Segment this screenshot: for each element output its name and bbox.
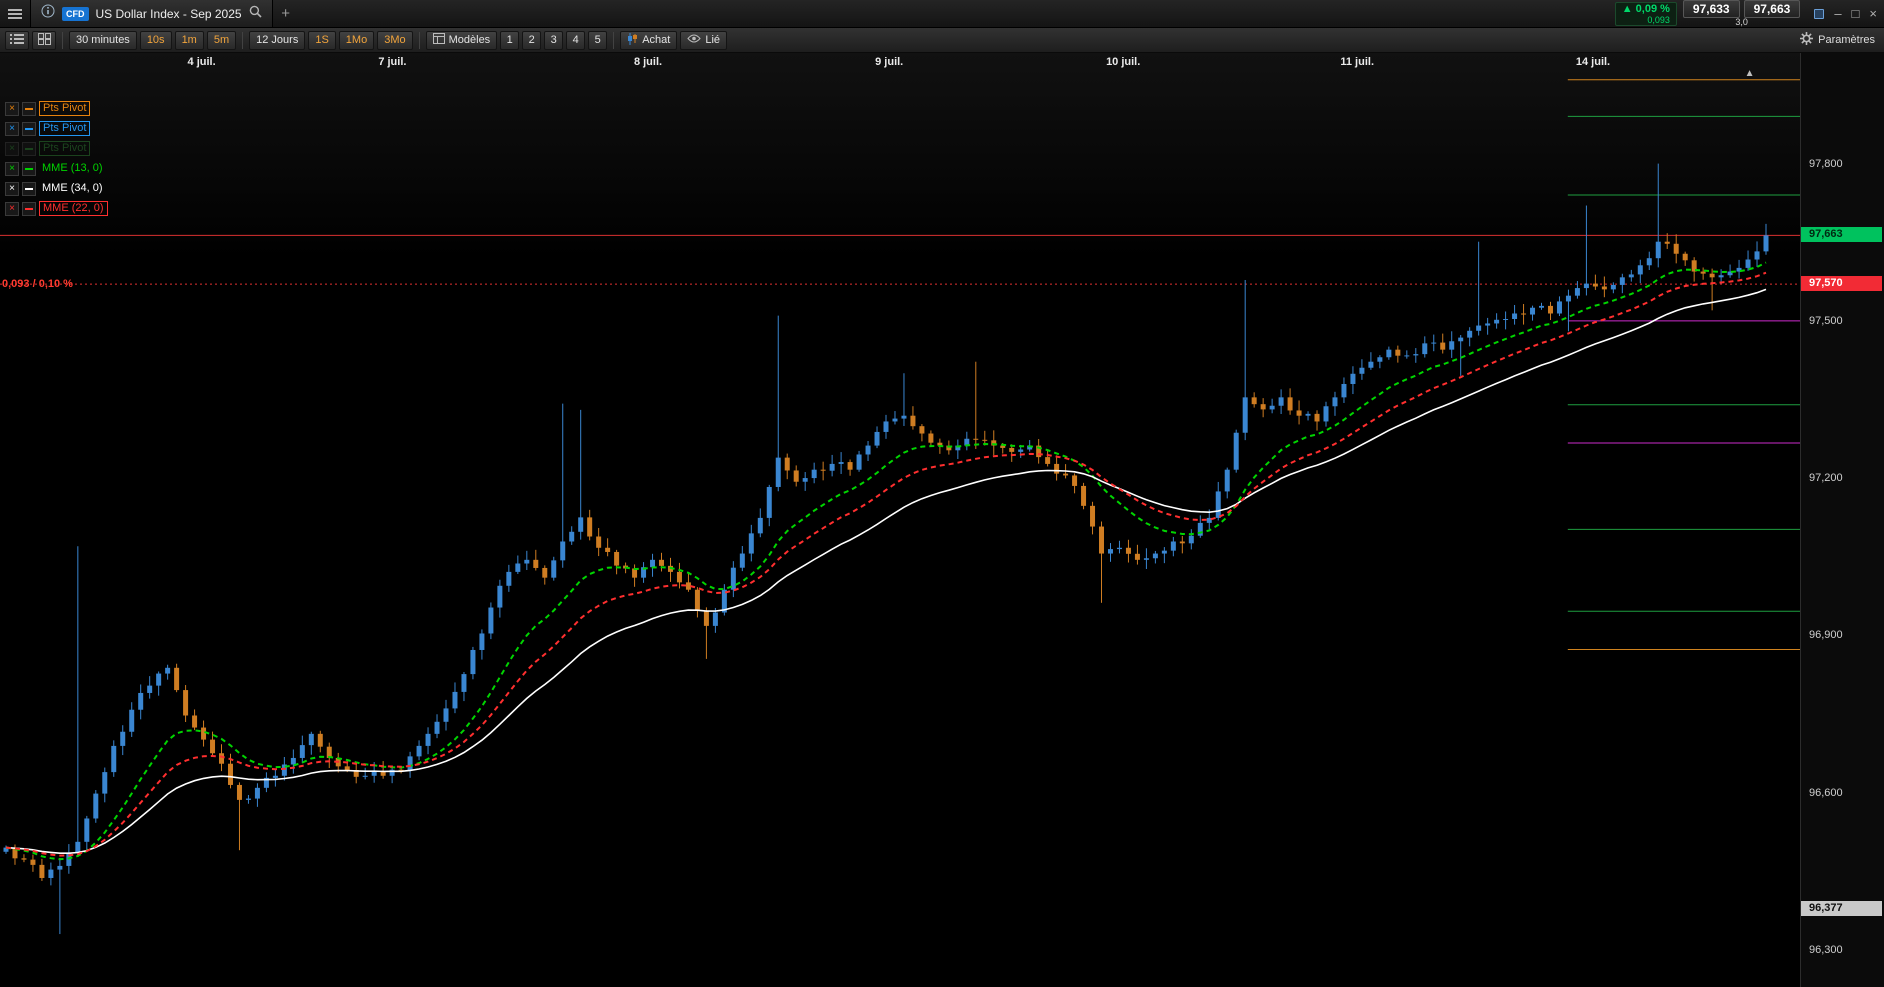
- remove-indicator-icon[interactable]: ×: [5, 201, 19, 216]
- legend-row-pivot-3: × Pts Pivot: [5, 141, 108, 156]
- indicator-label[interactable]: Pts Pivot: [39, 121, 91, 136]
- legend-row-mme13: × MME (13, 0): [5, 161, 108, 176]
- range-1s-button[interactable]: 1S: [308, 30, 336, 50]
- quote-panel: 97,633 97,663 3,0: [1682, 0, 1801, 27]
- change-box: ▲ 0,09 % 0,093: [1614, 1, 1677, 26]
- price-axis-label: 96,300: [1809, 943, 1843, 956]
- trading-app-window: CFD US Dollar Index - Sep 2025 + ▲ 0,09 …: [0, 0, 1884, 987]
- bid-price-button[interactable]: 97,633: [1682, 0, 1740, 18]
- instrument-tab[interactable]: CFD US Dollar Index - Sep 2025: [30, 0, 273, 27]
- date-axis-label: 7 juil.: [378, 56, 407, 68]
- remove-indicator-icon[interactable]: ×: [5, 161, 19, 176]
- indicator-label[interactable]: MME (13, 0): [39, 162, 106, 175]
- toolbar-separator: [62, 31, 63, 49]
- indicator-style-button[interactable]: [22, 101, 36, 116]
- buy-icon: [627, 32, 638, 48]
- close-button[interactable]: ×: [1869, 7, 1877, 20]
- new-tab-button[interactable]: +: [273, 0, 299, 27]
- template-slot-5[interactable]: 5: [588, 30, 608, 50]
- settings-button[interactable]: Paramètres: [1800, 32, 1879, 48]
- chart-area: × Pts Pivot × Pts Pivot × Pts Pivot × MM…: [0, 53, 1884, 987]
- indicator-style-button[interactable]: [22, 121, 36, 136]
- indicator-style-button[interactable]: [22, 201, 36, 216]
- price-badge: 97,663: [1801, 227, 1882, 243]
- up-arrow-icon: ▲: [1621, 2, 1633, 15]
- linked-button[interactable]: Lié: [680, 30, 728, 50]
- minimize-button[interactable]: –: [1834, 7, 1841, 20]
- eye-icon: [687, 34, 701, 46]
- maximize-button[interactable]: □: [1852, 7, 1860, 20]
- gear-icon: [1800, 32, 1814, 48]
- legend-row-pivot-1: × Pts Pivot: [5, 101, 108, 116]
- candlestick-canvas: [0, 79, 1800, 935]
- spread-value: 3,0: [1735, 17, 1748, 27]
- price-axis-label: 97,800: [1809, 157, 1843, 170]
- template-slot-4[interactable]: 4: [566, 30, 586, 50]
- list-view-button[interactable]: [5, 30, 29, 50]
- date-axis-label: 9 juil.: [875, 56, 904, 68]
- date-axis-label: 4 juil.: [187, 56, 216, 68]
- price-axis[interactable]: 97,800 97,500 97,200 96,900 96,600 96,300 97,6…: [1800, 53, 1884, 987]
- range-1mo-button[interactable]: 1Mo: [338, 30, 375, 50]
- price-badge: 97,570: [1801, 276, 1882, 292]
- legend-row-mme22: × MME (22, 0): [5, 201, 108, 216]
- layout-grid-button[interactable]: [32, 30, 56, 50]
- chart-toolbar: 30 minutes 10s 1m 5m 12 Jours 1S 1Mo 3Mo…: [0, 28, 1884, 53]
- indicator-label[interactable]: MME (34, 0): [39, 182, 106, 195]
- ask-price-button[interactable]: 97,663: [1743, 0, 1801, 18]
- indicator-label[interactable]: MME (22, 0): [39, 201, 108, 216]
- price-axis-label: 96,600: [1809, 786, 1843, 799]
- indicator-style-button[interactable]: [22, 141, 36, 156]
- template-icon: [432, 33, 445, 47]
- tf-5m-button[interactable]: 5m: [206, 30, 237, 50]
- date-axis-label: 8 juil.: [633, 56, 663, 68]
- instrument-title: US Dollar Index - Sep 2025: [95, 6, 242, 21]
- templates-dropdown[interactable]: Modèles: [425, 30, 498, 50]
- legend-row-mme34: × MME (34, 0): [5, 181, 108, 196]
- toolbar-separator: [242, 31, 244, 49]
- info-icon[interactable]: [41, 4, 55, 23]
- date-axis-label: 11 juil.: [1340, 56, 1375, 68]
- grid-icon: [37, 32, 51, 48]
- timeframe-dropdown[interactable]: 30 minutes: [69, 30, 137, 50]
- dock-icon[interactable]: [1814, 8, 1825, 19]
- remove-indicator-icon[interactable]: ×: [5, 181, 19, 196]
- cfd-badge: CFD: [62, 6, 89, 21]
- template-slot-2[interactable]: 2: [522, 30, 542, 50]
- price-axis-label: 97,500: [1809, 314, 1843, 327]
- indicator-label[interactable]: Pts Pivot: [39, 101, 91, 116]
- date-axis-label: 10 juil.: [1106, 56, 1141, 68]
- toolbar-separator: [418, 31, 420, 49]
- remove-indicator-icon[interactable]: ×: [5, 121, 19, 136]
- range-dropdown[interactable]: 12 Jours: [249, 30, 306, 50]
- price-chart[interactable]: × Pts Pivot × Pts Pivot × Pts Pivot × MM…: [0, 53, 1800, 987]
- main-menu-button[interactable]: [0, 0, 30, 27]
- search-icon[interactable]: [249, 5, 262, 23]
- price-axis-label: 96,900: [1809, 629, 1843, 642]
- window-controls: – □ ×: [1814, 7, 1877, 20]
- remove-indicator-icon[interactable]: ×: [5, 101, 19, 116]
- change-percent: 0,09 %: [1635, 2, 1670, 15]
- indicator-label[interactable]: Pts Pivot: [39, 141, 91, 156]
- indicator-style-button[interactable]: [22, 181, 36, 196]
- date-axis-label: 14 juil.: [1575, 56, 1611, 68]
- tf-10s-button[interactable]: 10s: [139, 30, 172, 50]
- remove-indicator-icon[interactable]: ×: [5, 141, 19, 156]
- buy-button[interactable]: Achat: [620, 30, 678, 50]
- tf-1m-button[interactable]: 1m: [174, 30, 204, 50]
- list-icon: [10, 33, 24, 48]
- legend-row-pivot-2: × Pts Pivot: [5, 121, 108, 136]
- change-absolute: 0,093: [1647, 14, 1670, 25]
- change-line-label: 0,093 / 0,10 %: [2, 278, 73, 291]
- title-bar: CFD US Dollar Index - Sep 2025 + ▲ 0,09 …: [0, 0, 1884, 28]
- range-3mo-button[interactable]: 3Mo: [377, 30, 413, 50]
- template-slot-1[interactable]: 1: [500, 30, 520, 50]
- scroll-marker-icon[interactable]: ▲: [1745, 68, 1755, 79]
- indicator-style-button[interactable]: [22, 161, 36, 176]
- price-axis-label: 97,200: [1809, 472, 1843, 485]
- indicator-legend: × Pts Pivot × Pts Pivot × Pts Pivot × MM…: [5, 101, 108, 216]
- toolbar-separator: [613, 31, 615, 49]
- template-slot-3[interactable]: 3: [544, 30, 564, 50]
- price-badge: 96,377: [1801, 901, 1882, 917]
